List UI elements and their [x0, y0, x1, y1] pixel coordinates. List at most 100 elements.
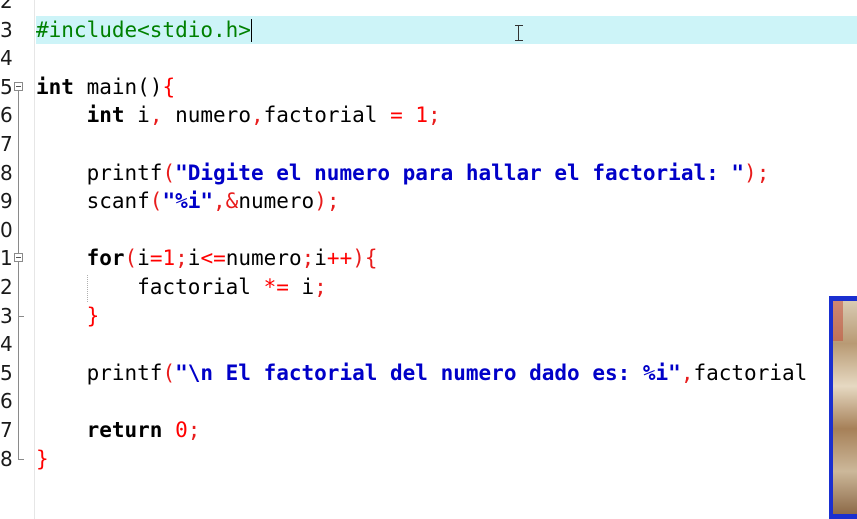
- code-token: printf: [36, 160, 163, 185]
- line-number: 5: [0, 74, 12, 99]
- code-line[interactable]: 6 int i, numero,factorial = 1;: [0, 101, 857, 129]
- line-number: 4: [0, 332, 12, 357]
- code-line[interactable]: 3 }: [0, 302, 857, 330]
- code-token: #include<stdio.h>: [36, 17, 251, 42]
- fold-end-marker: [18, 315, 24, 317]
- code-token: {: [162, 74, 176, 99]
- code-line[interactable]: 7: [0, 130, 857, 158]
- code-token: main(): [73, 74, 163, 99]
- code-text[interactable]: printf("\n El factorial del numero dado …: [36, 359, 808, 387]
- code-token: ;: [314, 275, 327, 299]
- code-line[interactable]: 5 printf("\n El factorial del numero dad…: [0, 359, 857, 387]
- code-token: int: [86, 103, 125, 128]
- code-line[interactable]: 4: [0, 44, 857, 72]
- code-token: i: [124, 103, 150, 128]
- line-number: 6: [0, 389, 12, 414]
- code-line[interactable]: 9 scanf("%i",&numero);: [0, 187, 857, 215]
- code-token: }: [36, 446, 49, 471]
- code-token: (: [162, 360, 176, 385]
- code-line[interactable]: 7 return 0;: [0, 416, 857, 444]
- code-token: 1: [162, 246, 176, 271]
- code-text[interactable]: factorial *= i;: [36, 273, 327, 301]
- fold-collapse-icon[interactable]: [14, 81, 23, 91]
- code-line[interactable]: 8 printf("Digite el numero para hallar e…: [0, 159, 857, 187]
- indent-guide: [87, 275, 88, 302]
- code-token: ,&: [213, 189, 239, 214]
- code-token: (: [162, 160, 176, 185]
- code-token: 0: [175, 418, 188, 442]
- code-line[interactable]: 0: [0, 216, 857, 244]
- code-token: ,: [149, 103, 163, 128]
- code-token: *=: [263, 275, 289, 299]
- code-token: ,: [680, 360, 694, 385]
- line-number: 6: [0, 103, 12, 128]
- code-token: );: [314, 189, 340, 214]
- code-token: }: [86, 303, 100, 328]
- code-token: ;: [301, 246, 315, 271]
- line-number: 7: [0, 418, 12, 442]
- code-text[interactable]: scanf("%i",&numero);: [36, 187, 340, 215]
- code-token: numero: [162, 103, 251, 128]
- webcam-overlay: [829, 296, 857, 519]
- code-token: 1: [415, 103, 429, 128]
- code-text[interactable]: #include<stdio.h>: [36, 16, 251, 44]
- code-token: ;: [175, 246, 188, 271]
- fold-range-line: [18, 262, 19, 316]
- code-line[interactable]: 5 int main(){: [0, 73, 857, 101]
- code-text[interactable]: int i, numero,factorial = 1;: [36, 101, 441, 129]
- line-number: 4: [0, 46, 12, 71]
- code-text[interactable]: return 0;: [36, 416, 201, 444]
- line-number: 8: [0, 446, 12, 471]
- code-token: factorial: [36, 275, 264, 299]
- code-token: i: [137, 246, 150, 271]
- code-line[interactable]: 3 #include<stdio.h>: [0, 16, 857, 44]
- line-number: 1: [0, 246, 12, 271]
- fold-end-marker: [18, 458, 24, 460]
- code-token: "%i": [162, 189, 214, 214]
- code-token: return: [86, 418, 163, 442]
- line-number: 3: [0, 303, 12, 328]
- code-line[interactable]: 8}: [0, 445, 857, 473]
- code-line[interactable]: 2 factorial *= i;: [0, 273, 857, 301]
- code-token: ;: [187, 418, 201, 442]
- code-token: =: [390, 103, 403, 128]
- line-number: 7: [0, 132, 12, 156]
- code-token: i: [314, 246, 327, 271]
- ibeam-cursor-icon: [515, 25, 523, 41]
- code-line[interactable]: 6: [0, 387, 857, 415]
- line-number: 8: [0, 160, 12, 185]
- code-text[interactable]: }: [36, 302, 100, 330]
- code-token: );: [744, 160, 770, 185]
- code-token: int: [36, 74, 74, 99]
- code-text[interactable]: printf("Digite el numero para hallar el …: [36, 159, 770, 187]
- code-token: ,: [250, 103, 264, 128]
- line-number: 3: [0, 17, 12, 42]
- code-line[interactable]: 1 for(i=1;i<=numero;i++){: [0, 244, 857, 272]
- code-token: numero: [225, 246, 302, 271]
- code-line[interactable]: 2: [0, 0, 857, 15]
- code-token: ){: [352, 246, 378, 271]
- code-token: (: [149, 189, 163, 214]
- code-token: i: [187, 246, 201, 271]
- code-text[interactable]: }: [36, 445, 49, 473]
- code-text[interactable]: int main(){: [36, 73, 175, 101]
- code-token: =: [149, 246, 163, 271]
- code-token: for: [86, 246, 125, 271]
- fold-collapse-icon[interactable]: [14, 253, 23, 263]
- code-text[interactable]: for(i=1;i<=numero;i++){: [36, 244, 378, 272]
- code-editor[interactable]: 2 3 #include<stdio.h> 4 5 int main(){6 int i,…: [0, 0, 857, 519]
- code-token: ;: [428, 103, 441, 128]
- code-token: printf: [36, 360, 163, 385]
- code-line[interactable]: 4: [0, 330, 857, 358]
- line-number: 2: [0, 0, 12, 13]
- presenter-face: [833, 301, 843, 341]
- code-token: i: [288, 275, 315, 299]
- code-token: numero: [238, 189, 315, 214]
- code-token: "Digite el numero para hallar el factori…: [175, 160, 745, 185]
